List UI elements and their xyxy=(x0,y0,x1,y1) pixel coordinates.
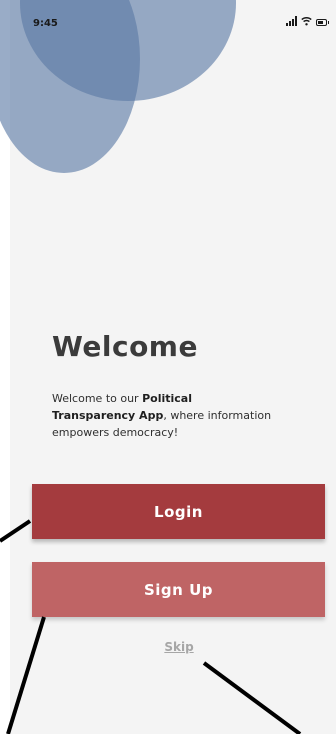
welcome-screen: 9:45 Welcome Welcome to our Political Tra… xyxy=(0,0,336,734)
signal-icon xyxy=(286,16,297,26)
signup-button[interactable]: Sign Up xyxy=(32,562,325,617)
welcome-description: Welcome to our Political Transparency App… xyxy=(52,390,314,441)
app-name-part-1: Political xyxy=(142,392,192,405)
skip-link[interactable]: Skip xyxy=(0,640,336,654)
app-name-part-2: Transparency App xyxy=(52,409,164,422)
welcome-text-prefix: Welcome to our xyxy=(52,392,143,405)
status-icons xyxy=(286,16,330,26)
wifi-icon xyxy=(301,17,312,26)
annotation-line-skip xyxy=(202,661,302,734)
login-button[interactable]: Login xyxy=(32,484,325,539)
welcome-title: Welcome xyxy=(52,330,198,363)
annotation-line-signup xyxy=(6,616,46,734)
status-bar: 9:45 xyxy=(0,0,336,44)
battery-icon xyxy=(316,19,330,26)
status-time: 9:45 xyxy=(33,18,58,29)
